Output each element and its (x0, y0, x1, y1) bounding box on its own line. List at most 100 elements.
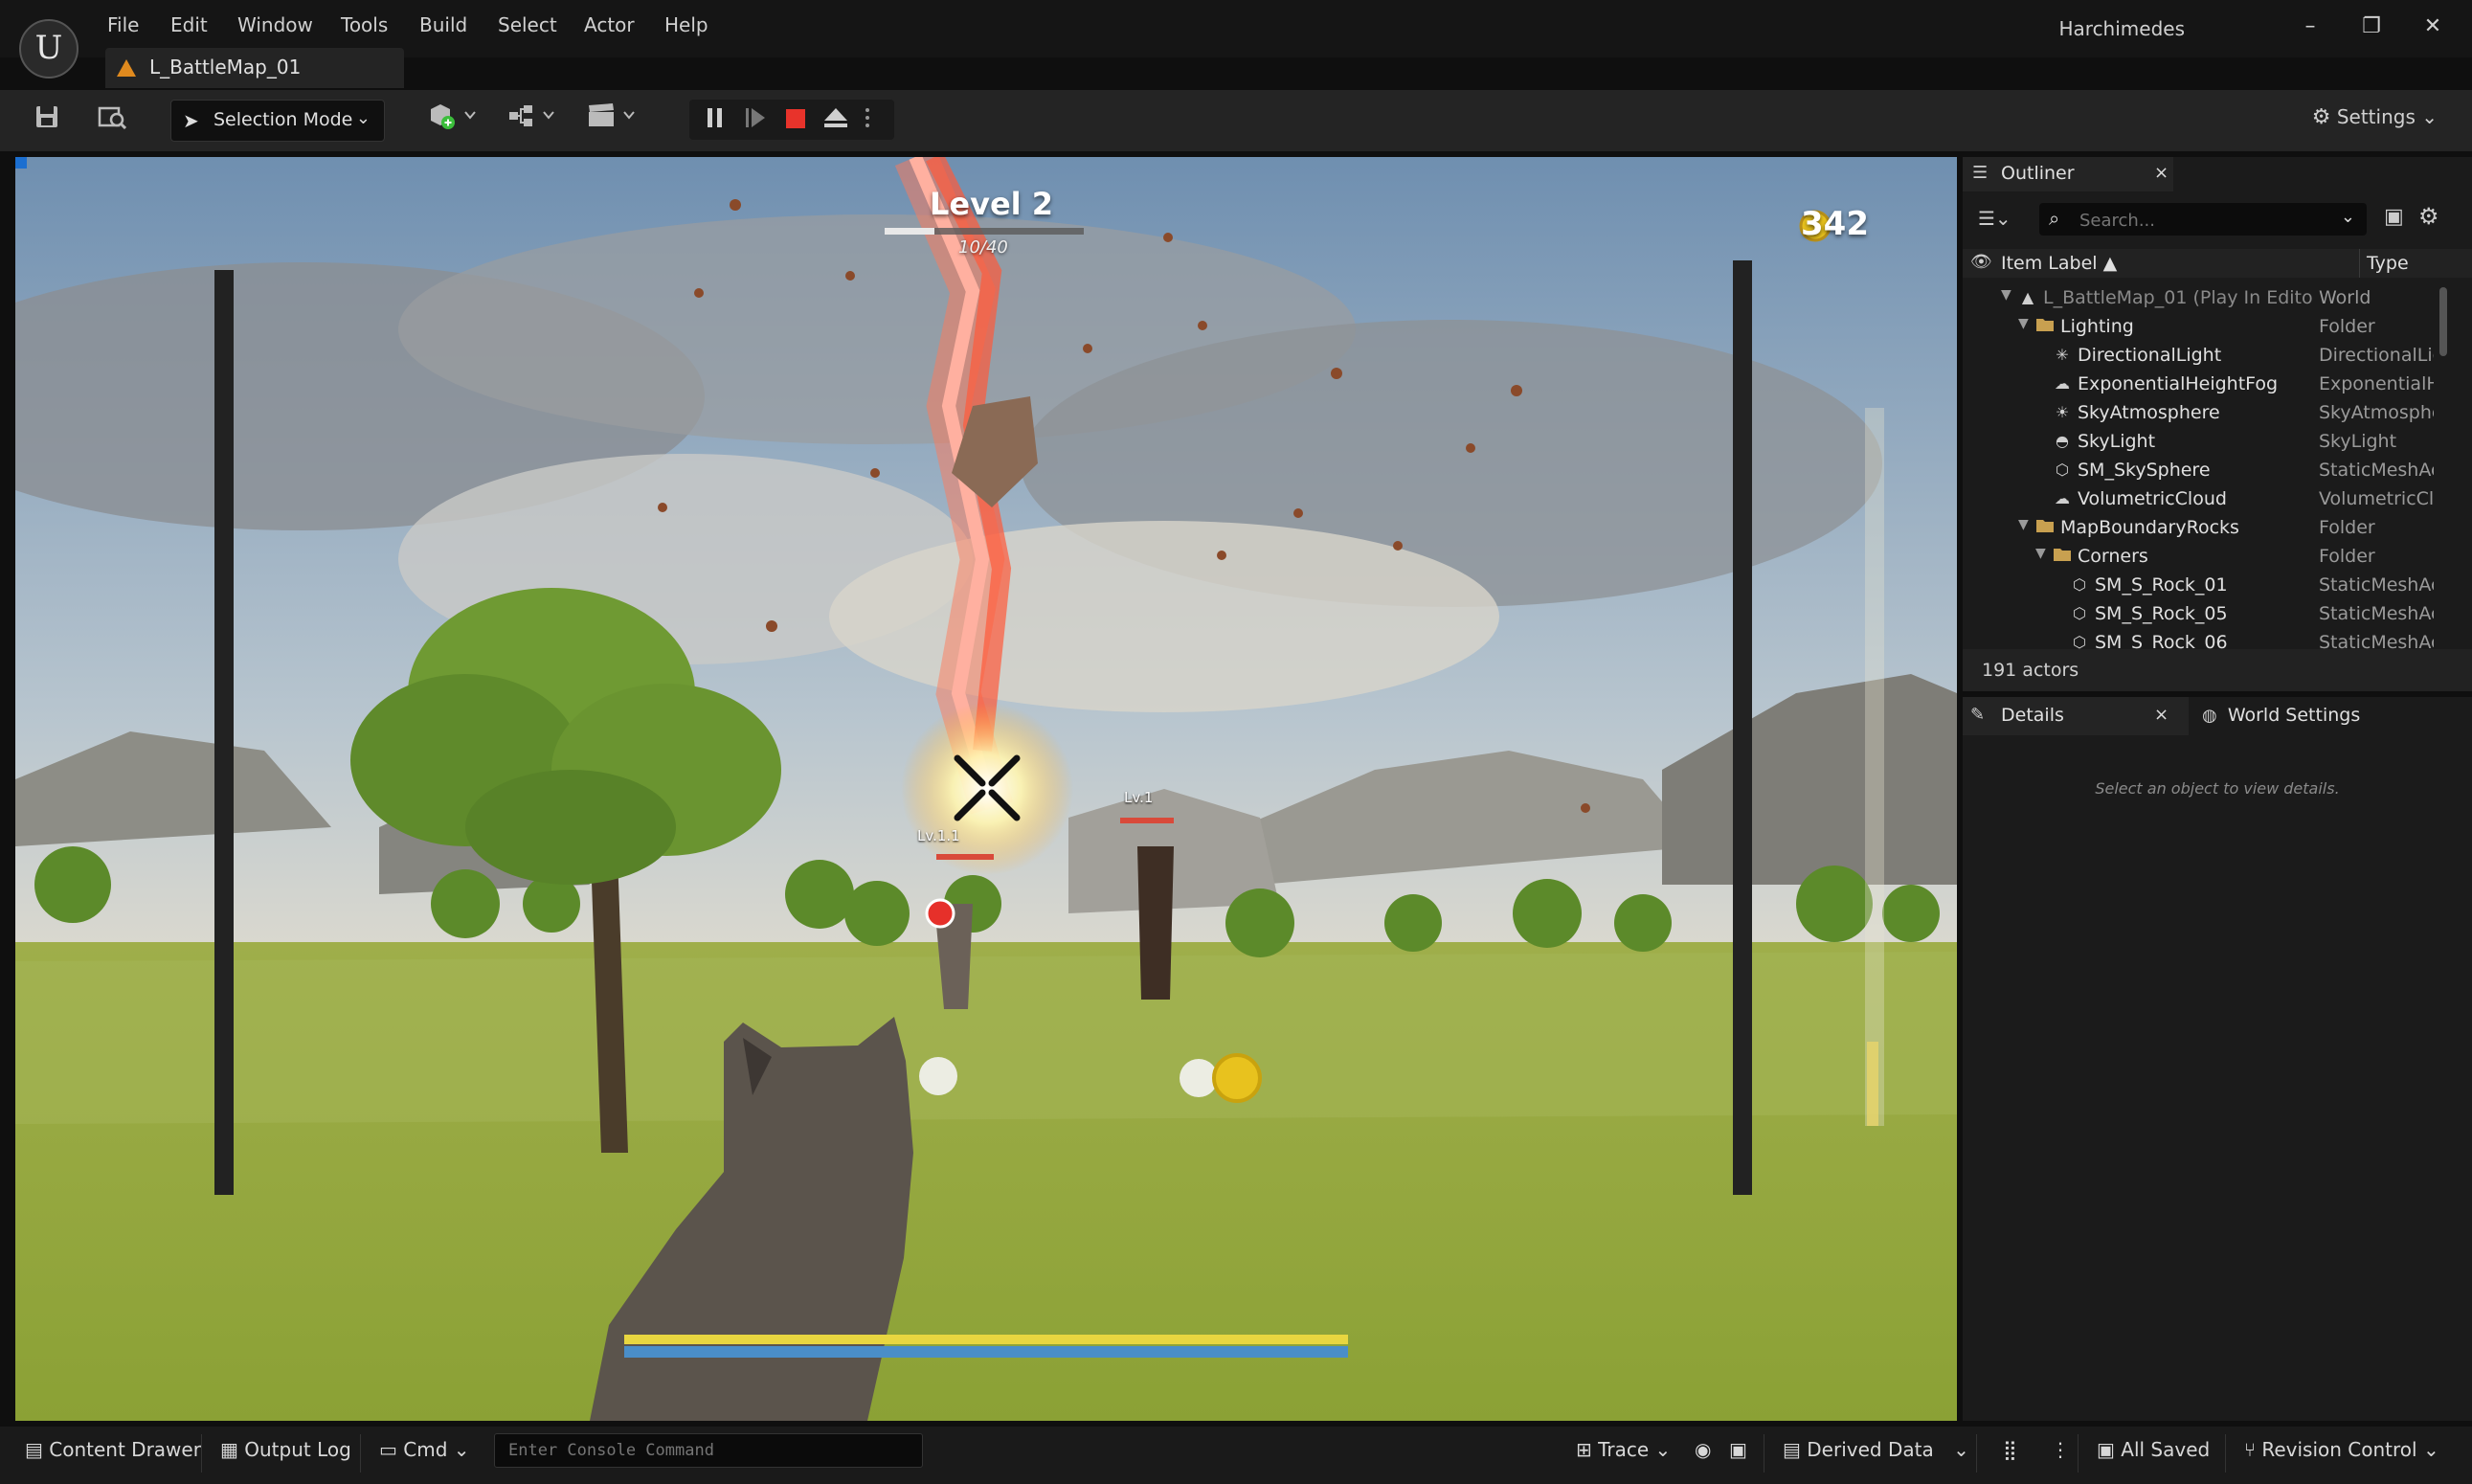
menu-select[interactable]: Select (498, 13, 557, 36)
revision-control-dropdown[interactable]: ⑂ Revision Control ⌄ (2244, 1438, 2439, 1461)
stamina-bar (624, 1335, 1348, 1344)
outliner-row[interactable]: ▼ Corners Folder (1963, 542, 2439, 571)
chevron-down-icon: ⌄ (2421, 105, 2438, 128)
expand-arrow-icon[interactable]: ▼ (2018, 517, 2029, 532)
content-browser-icon[interactable] (92, 101, 132, 142)
menu-tools[interactable]: Tools (341, 13, 388, 36)
eject-icon[interactable] (816, 101, 856, 142)
cmd-dropdown[interactable]: ▭ Cmd ⌄ (379, 1438, 470, 1461)
expand-arrow-icon[interactable]: ▼ (2001, 287, 2011, 303)
cinematics-icon[interactable] (584, 101, 641, 142)
row-label: SkyAtmosphere (2078, 402, 2220, 423)
outliner-scrollbar[interactable] (2439, 287, 2447, 356)
outliner-row[interactable]: ◓ SkyLight SkyLight (1963, 427, 2439, 456)
save-icon[interactable] (27, 101, 67, 142)
close-window-button[interactable]: ✕ (2409, 10, 2457, 44)
trace-label: Trace (1598, 1438, 1650, 1461)
pencil-icon: ✎ (1970, 705, 1986, 725)
output-log-label: Output Log (244, 1438, 351, 1461)
stop-icon[interactable] (775, 101, 816, 142)
content-drawer-button[interactable]: ▤ Content Drawer (25, 1438, 201, 1461)
outliner-row[interactable]: ▼ Lighting Folder (1963, 312, 2439, 341)
details-tab[interactable]: ✎ Details × (1963, 697, 2189, 735)
selection-mode-dropdown[interactable]: ➤ Selection Mode ⌄ (170, 100, 385, 142)
branch-icon: ⑂ (2244, 1438, 2256, 1461)
blueprint-icon[interactable] (506, 101, 563, 142)
row-label: DirectionalLight (2078, 345, 2222, 366)
stats-icon[interactable]: ⣿ (2003, 1438, 2017, 1461)
output-log-button[interactable]: ▦ Output Log (220, 1438, 351, 1461)
menu-actor[interactable]: Actor (584, 13, 635, 36)
cmd-label: Cmd (403, 1438, 448, 1461)
outliner-row[interactable]: ▼ ▲ L_BattleMap_01 (Play In Editor) World (1963, 283, 2439, 312)
level-tab[interactable]: L_BattleMap_01 (105, 48, 404, 88)
derived-data-label: Derived Data (1807, 1438, 1934, 1461)
column-type[interactable]: Type (2367, 253, 2409, 274)
details-panel (1963, 697, 2472, 1421)
cursor-icon: ➤ (183, 109, 199, 132)
outliner-row[interactable]: ☀ SkyAtmosphere SkyAtmosphere (1963, 398, 2439, 427)
outliner-row[interactable]: ⬡ SM_SkySphere StaticMeshActor (1963, 456, 2439, 484)
menu-help[interactable]: Help (664, 13, 708, 36)
outliner-column-header: 👁 Item Label ▲ Type (1963, 249, 2472, 278)
visibility-eye-icon[interactable]: 👁 (1970, 252, 1992, 272)
row-type: StaticMeshActor (2319, 460, 2434, 481)
step-icon[interactable] (735, 101, 775, 142)
screenshot-icon[interactable]: ▣ (1729, 1438, 1747, 1461)
more-options-icon[interactable]: ⋮ (2051, 1438, 2070, 1461)
outliner-search[interactable]: ⌕ ⌄ (2039, 203, 2367, 236)
logo-letter: U (34, 29, 63, 67)
outliner-row[interactable]: ⬡ SM_S_Rock_05 StaticMeshActor (1963, 599, 2439, 628)
row-label: VolumetricCloud (2078, 488, 2227, 509)
expand-arrow-icon[interactable]: ▼ (2035, 546, 2046, 561)
row-type: Folder (2319, 316, 2375, 337)
record-icon[interactable]: ◉ (1695, 1438, 1711, 1461)
outliner-tab[interactable]: ☰ Outliner × (1963, 157, 2173, 191)
menu-file[interactable]: File (107, 13, 139, 36)
close-icon[interactable]: × (2154, 705, 2169, 725)
row-label: ExponentialHeightFog (2078, 373, 2279, 394)
static-mesh-icon: ⬡ (2056, 461, 2069, 479)
trace-dropdown[interactable]: ⊞ Trace ⌄ (1576, 1438, 1671, 1461)
outliner-row[interactable]: ☁ VolumetricCloud VolumetricCloud (1963, 484, 2439, 513)
all-saved-label: All Saved (2121, 1438, 2211, 1461)
filter-icon[interactable]: ☰⌄ (1978, 207, 2011, 230)
outliner-row[interactable]: ▼ MapBoundaryRocks Folder (1963, 513, 2439, 542)
menu-build[interactable]: Build (419, 13, 467, 36)
settings-button[interactable]: ⚙ Settings ⌄ (2312, 105, 2438, 129)
add-actor-icon[interactable] (425, 101, 483, 142)
console-input[interactable] (506, 1435, 912, 1466)
static-mesh-icon: ⬡ (2073, 604, 2086, 622)
log-icon: ▦ (220, 1438, 238, 1461)
row-type: World (2319, 287, 2371, 308)
row-label: Corners (2078, 546, 2148, 567)
globe-icon: ◍ (2202, 706, 2217, 726)
details-empty-message: Select an object to view details. (2095, 779, 2340, 798)
level-tab-label: L_BattleMap_01 (149, 56, 302, 79)
expand-arrow-icon[interactable]: ▼ (2018, 316, 2029, 331)
all-saved-button[interactable]: ▣ All Saved (2097, 1438, 2210, 1461)
column-item-label[interactable]: Item Label ▲ (2001, 253, 2117, 274)
row-label: MapBoundaryRocks (2060, 517, 2239, 538)
pause-icon[interactable] (695, 101, 735, 142)
row-type: SkyAtmosphere (2319, 402, 2434, 423)
outliner-row[interactable]: ⬡ SM_S_Rock_01 StaticMeshActor (1963, 571, 2439, 599)
close-icon[interactable]: × (2154, 163, 2169, 183)
outliner-row[interactable]: ☁ ExponentialHeightFog ExponentialHeightFo… (1963, 370, 2439, 398)
add-folder-icon[interactable]: ▣ (2384, 205, 2404, 229)
outliner-row[interactable]: ✳ DirectionalLight DirectionalLight (1963, 341, 2439, 370)
menu-edit[interactable]: Edit (170, 13, 208, 36)
unreal-logo-icon[interactable]: U (19, 19, 79, 79)
actor-icon: ☁ (2055, 489, 2070, 507)
level-viewport[interactable]: Level 2 10/40 342 Lv.1.1 Lv.1 (15, 157, 1957, 1421)
world-settings-tab[interactable]: ◍ World Settings (2202, 705, 2360, 726)
gear-icon[interactable]: ⚙ (2418, 203, 2439, 230)
minimize-button[interactable]: – (2286, 10, 2334, 44)
play-options-icon[interactable] (858, 101, 877, 142)
menu-window[interactable]: Window (237, 13, 313, 36)
enemy-level-label: Lv.1.1 (917, 827, 960, 844)
derived-data-dropdown[interactable]: ▤ Derived Data ⌄ (1783, 1438, 1969, 1461)
console-command-field[interactable] (494, 1433, 923, 1468)
search-input[interactable] (2078, 207, 2330, 234)
restore-button[interactable]: ❐ (2348, 10, 2395, 44)
